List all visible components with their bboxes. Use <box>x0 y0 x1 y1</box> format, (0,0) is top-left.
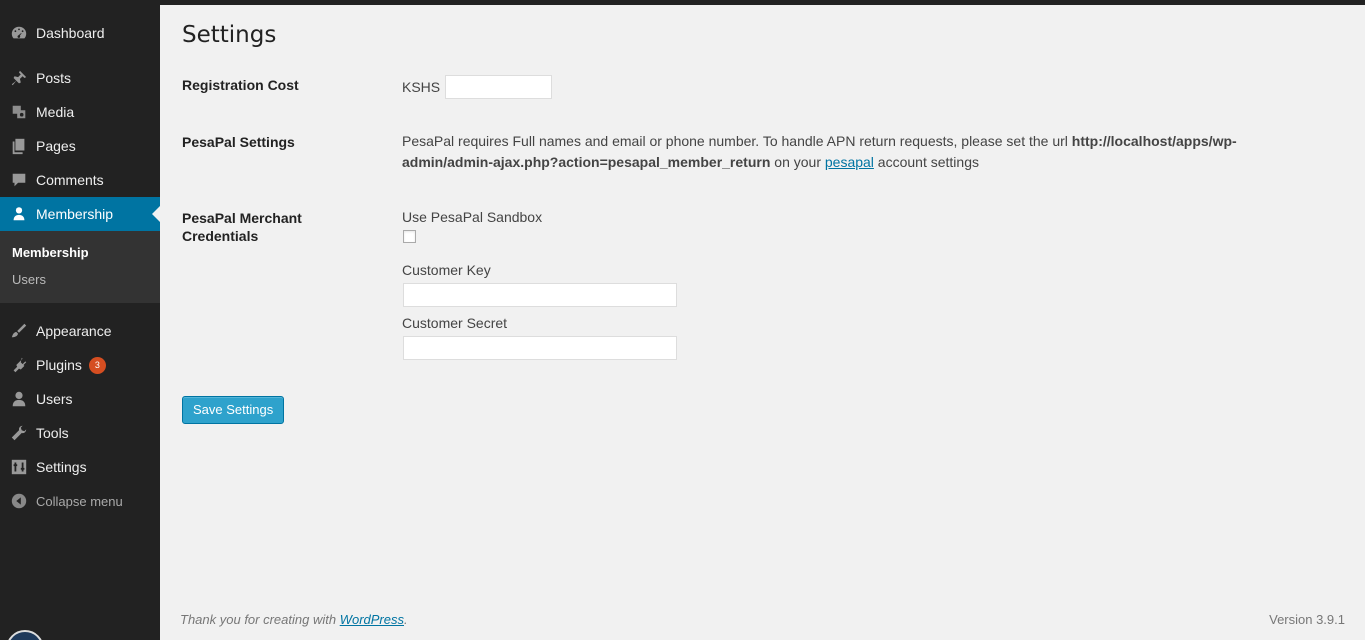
pushpin-icon <box>10 69 28 87</box>
menu-label: Posts <box>36 70 72 86</box>
submenu-item-users[interactable]: Users <box>0 268 160 295</box>
menu-label: Tools <box>36 425 69 441</box>
submenu-item-membership[interactable]: Membership <box>0 241 160 268</box>
description-text: PesaPal requires Full names and email or… <box>402 133 1072 149</box>
pesapal-link[interactable]: pesapal <box>825 154 874 170</box>
menu-label: Plugins <box>36 357 82 373</box>
menu-item-tools[interactable]: Tools <box>0 416 160 450</box>
comment-icon <box>10 171 28 189</box>
admin-top-bar <box>0 0 1365 5</box>
admin-sidebar: Dashboard Posts Media Pages Comments Mem… <box>0 0 160 640</box>
menu-label: Dashboard <box>36 25 105 41</box>
settings-icon <box>10 458 28 476</box>
menu-label: Media <box>36 104 75 120</box>
registration-cost-label: Registration Cost <box>182 77 299 93</box>
user-icon <box>10 205 28 223</box>
menu-label: Settings <box>36 459 87 475</box>
page-title: Settings <box>182 22 277 48</box>
menu-item-plugins[interactable]: Plugins 3 <box>0 348 160 382</box>
customer-secret-input[interactable] <box>403 336 677 360</box>
avatar <box>6 630 44 640</box>
plugin-update-badge: 3 <box>88 356 106 374</box>
dashboard-icon <box>10 24 28 42</box>
settings-content: Settings Registration Cost KSHS PesaPal … <box>182 22 1342 424</box>
menu-item-appearance[interactable]: Appearance <box>0 314 160 348</box>
footer-thanks-text: Thank you for creating with <box>180 612 340 627</box>
pesapal-settings-description: PesaPal requires Full names and email or… <box>402 131 1342 173</box>
footer-thanks-end: . <box>404 612 408 627</box>
pesapal-settings-label: PesaPal Settings <box>182 134 295 150</box>
registration-cost-input[interactable] <box>445 75 553 99</box>
media-icon <box>10 103 28 121</box>
menu-item-settings[interactable]: Settings <box>0 450 160 484</box>
menu-item-posts[interactable]: Posts <box>0 61 160 95</box>
menu-item-media[interactable]: Media <box>0 95 160 129</box>
currency-label: KSHS <box>402 79 441 95</box>
pages-icon <box>10 137 28 155</box>
menu-label: Users <box>36 391 73 407</box>
collapse-label: Collapse menu <box>36 493 123 509</box>
menu-item-dashboard[interactable]: Dashboard <box>0 16 160 50</box>
version-text: Version 3.9.1 <box>1269 612 1345 627</box>
collapse-menu-button[interactable]: Collapse menu <box>0 484 160 518</box>
menu-item-membership[interactable]: Membership <box>0 197 160 231</box>
menu-label: Membership <box>36 206 114 222</box>
description-text: on your <box>770 154 825 170</box>
sandbox-label: Use PesaPal Sandbox <box>402 209 543 225</box>
customer-key-input[interactable] <box>403 283 677 307</box>
pesapal-settings-row: PesaPal Settings PesaPal requires Full n… <box>182 133 1342 173</box>
merchant-credentials-label: PesaPal Merchant Credentials <box>182 210 302 244</box>
plug-icon <box>10 356 28 374</box>
description-text: account settings <box>873 154 979 170</box>
menu-label: Comments <box>36 172 104 188</box>
menu-label: Appearance <box>36 323 112 339</box>
users-icon <box>10 390 28 408</box>
merchant-credentials-row: PesaPal Merchant Credentials Use PesaPal… <box>182 209 1342 368</box>
menu-item-comments[interactable]: Comments <box>0 163 160 197</box>
save-settings-button[interactable]: Save Settings <box>182 396 285 424</box>
menu-item-pages[interactable]: Pages <box>0 129 160 163</box>
customer-key-label: Customer Key <box>402 262 491 278</box>
wordpress-link[interactable]: WordPress <box>340 612 404 627</box>
membership-submenu: Membership Users <box>0 231 160 303</box>
menu-item-users[interactable]: Users <box>0 382 160 416</box>
customer-secret-label: Customer Secret <box>402 315 508 331</box>
menu-label: Pages <box>36 138 76 154</box>
paintbrush-icon <box>10 322 28 340</box>
sandbox-checkbox[interactable] <box>403 230 416 243</box>
footer-thanks: Thank you for creating with WordPress. <box>180 612 408 627</box>
registration-cost-row: Registration Cost KSHS <box>182 75 1342 99</box>
collapse-arrow-icon <box>10 492 28 510</box>
wrench-icon <box>10 424 28 442</box>
